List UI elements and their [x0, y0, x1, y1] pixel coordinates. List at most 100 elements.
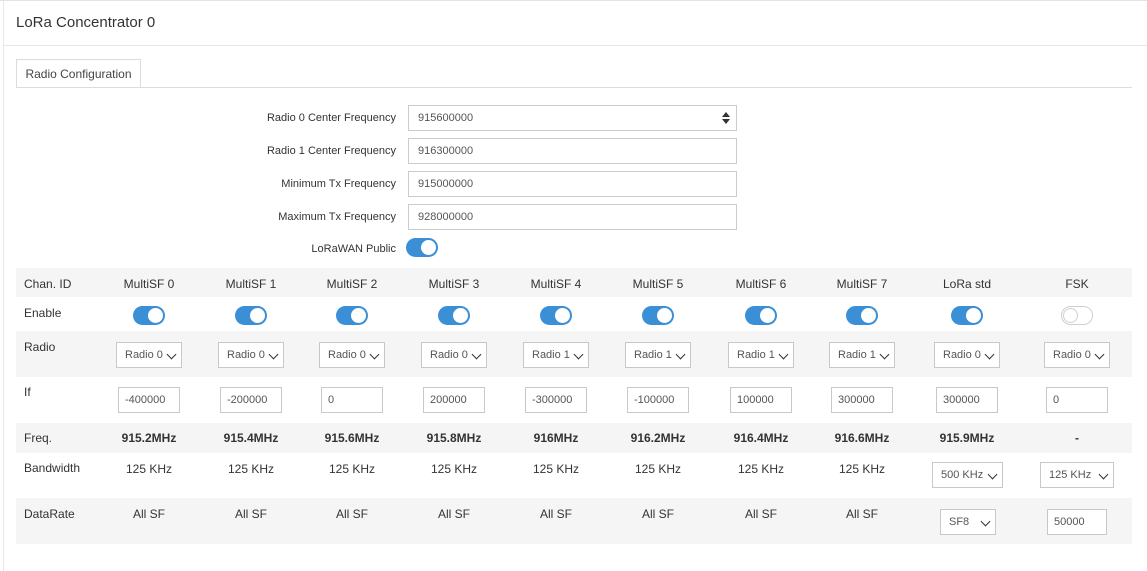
toggle-knob	[250, 308, 265, 323]
radio1-center-input[interactable]: 916300000	[408, 138, 737, 164]
chevron-down-icon	[369, 349, 380, 360]
radio-select-value: Radio 1	[532, 349, 570, 361]
radio-select-value: Radio 1	[838, 349, 876, 361]
radio-select[interactable]: Radio 1	[829, 342, 895, 368]
datarate-value: All SF	[234, 507, 267, 521]
bandwidth-value: 125 KHz	[737, 462, 785, 476]
radio-select-value: Radio 1	[634, 349, 672, 361]
radio-select-value: Radio 0	[1053, 349, 1091, 361]
datarate-value: All SF	[845, 507, 878, 521]
radio-select-value: Radio 0	[227, 349, 265, 361]
enable-toggle[interactable]	[540, 306, 572, 325]
if-input[interactable]: 300000	[831, 387, 893, 413]
bandwidth-value: 125 KHz	[328, 462, 376, 476]
bandwidth-select[interactable]: 500 KHz	[932, 462, 1003, 488]
frequency-value: 915.4MHz	[223, 431, 279, 445]
radio0-center-input[interactable]: 915600000	[408, 105, 737, 131]
if-input[interactable]: -300000	[525, 387, 587, 413]
bandwidth-value: 125 KHz	[227, 462, 275, 476]
enable-toggle[interactable]	[336, 306, 368, 325]
chevron-down-icon	[879, 349, 890, 360]
radio-select[interactable]: Radio 1	[728, 342, 794, 368]
enable-toggle[interactable]	[745, 306, 777, 325]
if-input[interactable]: 200000	[423, 387, 485, 413]
if-input[interactable]: 300000	[936, 387, 998, 413]
channel-name: MultiSF 3	[428, 277, 480, 291]
if-input[interactable]: -400000	[118, 387, 180, 413]
channel-name: MultiSF 7	[836, 277, 888, 291]
bandwidth-value: 125 KHz	[838, 462, 886, 476]
chevron-down-icon	[778, 349, 789, 360]
radio-select[interactable]: Radio 0	[421, 342, 487, 368]
enable-toggle[interactable]	[642, 306, 674, 325]
number-spinner-icon[interactable]	[722, 111, 730, 125]
toggle-knob	[555, 308, 570, 323]
row-label-chan-id: Chan. ID	[24, 277, 72, 291]
toggle-knob	[966, 308, 981, 323]
radio-select[interactable]: Radio 1	[625, 342, 691, 368]
toggle-knob	[453, 308, 468, 323]
row-label-bandwidth: Bandwidth	[24, 461, 81, 475]
channel-name: MultiSF 5	[632, 277, 684, 291]
max-tx-input[interactable]: 928000000	[408, 204, 737, 230]
radio-select-value: Radio 1	[737, 349, 775, 361]
datarate-select-value: SF8	[949, 516, 970, 528]
tab-divider	[16, 87, 1132, 88]
enable-toggle[interactable]	[951, 306, 983, 325]
row-label-enable: Enable	[24, 306, 62, 320]
channel-name: FSK	[1065, 277, 1089, 291]
title-divider	[3, 45, 1147, 46]
frequency-value: 915.6MHz	[324, 431, 380, 445]
row-label-radio: Radio	[24, 340, 56, 354]
datarate-value: All SF	[641, 507, 674, 521]
bandwidth-select-value: 500 KHz	[941, 469, 984, 481]
radio-select[interactable]: Radio 0	[1044, 342, 1110, 368]
radio-select[interactable]: Radio 0	[218, 342, 284, 368]
toggle-knob	[351, 308, 366, 323]
channel-name: MultiSF 4	[530, 277, 582, 291]
tab-radio-configuration[interactable]: Radio Configuration	[16, 59, 141, 88]
bandwidth-select-value: 125 KHz	[1049, 469, 1092, 481]
if-input[interactable]: 0	[1046, 387, 1108, 413]
chevron-down-icon	[675, 349, 686, 360]
chevron-down-icon	[987, 469, 998, 480]
datarate-select[interactable]: SF8	[940, 509, 996, 535]
datarate-value: All SF	[744, 507, 777, 521]
min-tx-input[interactable]: 915000000	[408, 171, 737, 197]
radio-select-value: Radio 0	[943, 349, 981, 361]
toggle-knob	[1063, 308, 1078, 323]
if-input[interactable]: 0	[321, 387, 383, 413]
bandwidth-value: 125 KHz	[532, 462, 580, 476]
toggle-knob	[421, 240, 436, 255]
lorawan-public-label: LoRaWAN Public	[311, 243, 396, 255]
radio-select[interactable]: Radio 1	[523, 342, 589, 368]
radio1-center-label: Radio 1 Center Frequency	[266, 145, 396, 157]
enable-toggle[interactable]	[133, 306, 165, 325]
datarate-value: All SF	[132, 507, 165, 521]
top-border	[0, 0, 1147, 1]
if-input[interactable]: 100000	[730, 387, 792, 413]
datarate-input[interactable]: 50000	[1047, 509, 1107, 535]
chevron-down-icon	[573, 349, 584, 360]
lorawan-public-toggle[interactable]	[406, 238, 438, 257]
radio-select[interactable]: Radio 0	[116, 342, 182, 368]
max-tx-label: Maximum Tx Frequency	[278, 211, 396, 223]
if-input[interactable]: -100000	[627, 387, 689, 413]
frequency-value: 916MHz	[533, 431, 579, 445]
datarate-value: All SF	[437, 507, 470, 521]
radio-select[interactable]: Radio 0	[934, 342, 1000, 368]
radio-select[interactable]: Radio 0	[319, 342, 385, 368]
channel-name: MultiSF 2	[326, 277, 378, 291]
frequency-value: 916.4MHz	[733, 431, 789, 445]
chevron-down-icon	[1094, 349, 1105, 360]
enable-toggle[interactable]	[1061, 306, 1093, 325]
enable-toggle[interactable]	[235, 306, 267, 325]
enable-toggle[interactable]	[438, 306, 470, 325]
enable-toggle[interactable]	[846, 306, 878, 325]
bandwidth-select[interactable]: 125 KHz	[1040, 462, 1114, 488]
radio0-center-value: 915600000	[418, 112, 474, 124]
bandwidth-value: 125 KHz	[634, 462, 682, 476]
frequency-value: 916.2MHz	[630, 431, 686, 445]
if-input[interactable]: -200000	[220, 387, 282, 413]
toggle-knob	[760, 308, 775, 323]
